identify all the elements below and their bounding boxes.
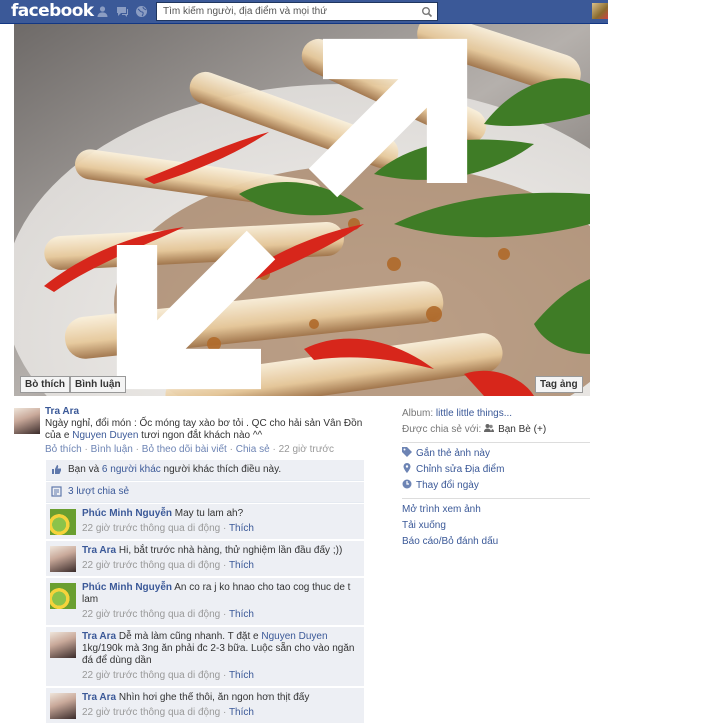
search-box[interactable]: Tìm kiếm người, địa điểm và mọi thứ <box>156 2 438 21</box>
commenter-name[interactable]: Tra Ara <box>82 545 116 556</box>
shares-summary: 3 lượt chia sẻ <box>46 482 364 503</box>
facebook-logo[interactable]: facebook <box>11 1 94 21</box>
comment-like-link[interactable]: Thích <box>229 670 254 681</box>
feedback-section: Bạn và 6 người khác người khác thích điề… <box>46 460 364 725</box>
comment-meta: 22 giờ trước thông qua di động · Thích <box>82 523 360 535</box>
edit-location-row[interactable]: Chỉnh sửa Địa điểm <box>402 462 590 478</box>
commenter-name[interactable]: Phúc Minh Nguyễn <box>82 508 172 519</box>
commenter-name[interactable]: Phúc Minh Nguyễn <box>82 582 172 593</box>
privacy-row: Được chia sẻ với: Bạn Bè (+) <box>402 422 590 438</box>
location-pin-icon <box>403 463 411 473</box>
post-actions: Bỏ thích · Bình luận · Bỏ theo dõi bài v… <box>45 444 381 456</box>
comment-timestamp: 22 giờ trước thông qua di động · <box>82 523 229 534</box>
separator: · <box>229 444 233 455</box>
commenter-avatar[interactable] <box>50 583 76 609</box>
commenter-avatar[interactable] <box>50 632 76 658</box>
shares-link[interactable]: 3 lượt chia sẻ <box>68 486 129 497</box>
search-icon[interactable] <box>421 6 433 18</box>
clock-icon <box>402 479 412 489</box>
download-link[interactable]: Tải xuống <box>402 520 446 531</box>
profile-avatar[interactable] <box>592 3 608 19</box>
comment-text: 1kg/190k mà 3ng ăn phải đc 2-3 bữa. Luộc… <box>82 643 355 666</box>
comment-item: Phúc Minh Nguyễn An co ra j ko hnao cho … <box>46 578 364 626</box>
top-bar: facebook Tìm kiếm người, địa điểm và mọi… <box>0 0 608 24</box>
messages-icon[interactable] <box>116 5 129 18</box>
comment-like-link[interactable]: Thích <box>229 609 254 620</box>
post-text-part: tươi ngon đắt khách nào ^^ <box>138 430 263 441</box>
privacy-label: Được chia sẻ với: <box>402 424 485 435</box>
tag-photo-button[interactable]: Tag ảng <box>535 376 583 393</box>
comment-text: May tu lam ah? <box>174 508 244 519</box>
friends-icon <box>484 424 495 432</box>
commenter-avatar[interactable] <box>50 546 76 572</box>
author-name[interactable]: Tra Ara <box>45 406 381 418</box>
album-label: Album: <box>402 408 436 419</box>
separator: · <box>272 444 276 455</box>
tag-icon <box>402 447 412 457</box>
comment-like-link[interactable]: Thích <box>229 523 254 534</box>
photo-comment-button[interactable]: Bình luận <box>70 376 126 393</box>
author-avatar[interactable] <box>14 408 40 434</box>
post-text: Ngày nghỉ, đổi món : Ốc móng tay xào bơ … <box>45 418 381 442</box>
divider <box>402 442 590 443</box>
mention-link[interactable]: Nguyen Duyen <box>72 430 138 441</box>
post-body: Tra Ara Ngày nghỉ, đổi món : Ốc móng tay… <box>45 406 381 456</box>
comment-link[interactable]: Bình luận <box>91 444 133 455</box>
comment-item: Tra Ara Dễ mà làm cũng nhanh. T đặt e Ng… <box>46 627 364 687</box>
comment-item: Tra Ara Nhìn hơi ghe thế thôi, ăn ngon h… <box>46 688 364 724</box>
comment-timestamp: 22 giờ trước thông qua di động · <box>82 707 229 718</box>
edit-location-link[interactable]: Chỉnh sửa Địa điểm <box>416 464 504 475</box>
album-row: Album: little little things... <box>402 406 590 422</box>
privacy-selector[interactable]: Bạn Bè (+) <box>498 424 546 435</box>
post-timestamp[interactable]: 22 giờ trước <box>279 444 334 455</box>
album-link[interactable]: little little things... <box>436 408 512 419</box>
friend-requests-icon[interactable] <box>96 5 109 18</box>
mention-link[interactable]: Nguyen Duyen <box>261 631 327 642</box>
photo-viewer[interactable]: Bò thích Bình luận Tag ảng <box>14 24 590 396</box>
search-input[interactable]: Tìm kiếm người, địa điểm và mọi thứ <box>163 6 327 17</box>
comment-timestamp: 22 giờ trước thông qua di động · <box>82 560 229 571</box>
photo-sidebar: Album: little little things... Được chia… <box>402 406 590 550</box>
share-icon <box>51 486 62 497</box>
notifications-globe-icon[interactable] <box>135 5 148 18</box>
comment-meta: 22 giờ trước thông qua di động · Thích <box>82 609 360 621</box>
commenter-name[interactable]: Tra Ara <box>82 631 116 642</box>
share-link[interactable]: Chia sẻ <box>236 444 270 455</box>
tag-photo-link[interactable]: Gắn thẻ ảnh này <box>416 448 490 459</box>
tag-photo-row[interactable]: Gắn thẻ ảnh này <box>402 446 590 462</box>
report-row[interactable]: Báo cáo/Bỏ đánh dấu <box>402 534 590 550</box>
likes-text: người khác thích điều này. <box>160 464 282 475</box>
download-row[interactable]: Tải xuống <box>402 518 590 534</box>
comment-meta: 22 giờ trước thông qua di động · Thích <box>82 560 360 572</box>
open-viewer-row[interactable]: Mở trình xem ảnh <box>402 502 590 518</box>
separator: · <box>84 444 88 455</box>
likes-text: Bạn và <box>68 464 102 475</box>
comment-item: Phúc Minh Nguyễn May tu lam ah? 22 giờ t… <box>46 504 364 540</box>
comment-meta: 22 giờ trước thông qua di động · Thích <box>82 670 360 682</box>
commenter-avatar[interactable] <box>50 509 76 535</box>
report-link[interactable]: Báo cáo/Bỏ đánh dấu <box>402 536 498 547</box>
comment-text: Dễ mà làm cũng nhanh. T đặt e <box>118 631 262 642</box>
comment-timestamp: 22 giờ trước thông qua di động · <box>82 670 229 681</box>
thumbs-up-icon <box>52 465 61 474</box>
open-viewer-link[interactable]: Mở trình xem ảnh <box>402 504 481 515</box>
unlike-link[interactable]: Bỏ thích <box>45 444 82 455</box>
comment-like-link[interactable]: Thích <box>229 707 254 718</box>
unfollow-link[interactable]: Bỏ theo dõi bài viết <box>142 444 227 455</box>
commenter-avatar[interactable] <box>50 693 76 719</box>
likers-link[interactable]: 6 người khác <box>102 464 161 475</box>
expand-icon[interactable] <box>14 28 580 396</box>
comment-like-link[interactable]: Thích <box>229 560 254 571</box>
separator: · <box>135 444 139 455</box>
comment-text: Hi, bắt trước nhà hàng, thử nghiệm lần đ… <box>118 545 343 556</box>
divider <box>402 498 590 499</box>
photo-like-button[interactable]: Bò thích <box>20 376 70 393</box>
likes-summary: Bạn và 6 người khác người khác thích điề… <box>46 460 364 481</box>
comment-item: Tra Ara Hi, bắt trước nhà hàng, thử nghi… <box>46 541 364 577</box>
change-date-row[interactable]: Thay đổi ngày <box>402 478 590 494</box>
change-date-link[interactable]: Thay đổi ngày <box>416 480 479 491</box>
comment-timestamp: 22 giờ trước thông qua di động · <box>82 609 229 620</box>
comment-meta: 22 giờ trước thông qua di động · Thích <box>82 707 360 719</box>
